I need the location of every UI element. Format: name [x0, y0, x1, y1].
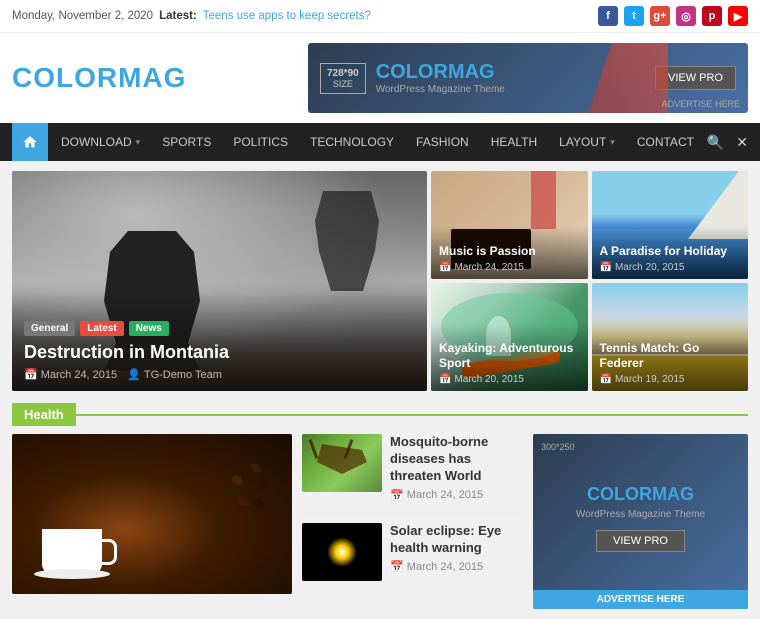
featured-overlay: General Latest News Destruction in Monta… — [12, 291, 427, 391]
article-content-mosquito: Mosquito-borne diseases has threaten Wor… — [390, 434, 523, 502]
nav-technology[interactable]: TECHNOLOGY — [299, 123, 405, 161]
grid-overlay-tennis: Tennis Match: Go Federer 📅 March 19, 201… — [592, 323, 749, 391]
grid-row-2: Kayaking: Adventurous Sport 📅 March 20, … — [431, 283, 748, 391]
date-label: Monday, November 2, 2020 — [12, 10, 153, 22]
featured-author: 👤 TG-Demo Team — [127, 368, 222, 381]
download-arrow-icon: ▾ — [136, 137, 141, 148]
article-thumb-eclipse — [302, 523, 382, 581]
grid-meta-music: 📅 March 24, 2015 — [439, 262, 580, 273]
sidebar-ad-size: 300*250 — [541, 442, 575, 452]
article-title-mosquito: Mosquito-borne diseases has threaten Wor… — [390, 434, 523, 485]
social-icons: f t g+ ◎ p ▶ — [598, 6, 748, 26]
layout-arrow-icon: ▾ — [610, 137, 615, 148]
article-content-eclipse: Solar eclipse: Eye health warning 📅 Marc… — [390, 523, 523, 581]
health-main-image — [12, 434, 292, 609]
nav-download[interactable]: DOWNLOAD ▾ — [50, 123, 151, 161]
banner-decoration — [588, 43, 668, 113]
home-icon — [22, 134, 38, 150]
eclipse-glow — [327, 537, 357, 567]
banner-size: 728*90 — [327, 68, 359, 79]
nav-contact[interactable]: CONTACT — [626, 123, 705, 161]
sidebar-ad-advertise: ADVERTISE HERE — [533, 590, 748, 609]
featured-date: 📅 March 24, 2015 — [24, 368, 117, 381]
health-content: Mosquito-borne diseases has threaten Wor… — [12, 434, 748, 609]
coffee-cup — [42, 529, 102, 574]
grid-overlay-paradise: A Paradise for Holiday 📅 March 20, 2015 — [592, 226, 749, 279]
top-bar-left: Monday, November 2, 2020 Latest: Teens u… — [12, 10, 371, 22]
mosquito-scene — [302, 434, 382, 492]
sidebar-ad: 300*250 COLORMAG WordPress Magazine Them… — [533, 434, 748, 609]
article-item-eclipse[interactable]: Solar eclipse: Eye health warning 📅 Marc… — [302, 523, 523, 591]
grid-title-paradise: A Paradise for Holiday — [600, 244, 741, 260]
tags: General Latest News — [24, 321, 415, 336]
top-bar: Monday, November 2, 2020 Latest: Teens u… — [0, 0, 760, 33]
nav-right: 🔍 ✕ — [707, 134, 748, 151]
banner-size-sub: SIZE — [333, 79, 353, 89]
main-content: General Latest News Destruction in Monta… — [0, 161, 760, 619]
latest-link[interactable]: Teens use apps to keep secrets? — [203, 10, 371, 22]
eclipse-scene — [302, 523, 382, 581]
pinterest-icon[interactable]: p — [702, 6, 722, 26]
banner-ad: 728*90 SIZE COLORMAG WordPress Magazine … — [308, 43, 748, 113]
article-date-mosquito: 📅 March 24, 2015 — [390, 489, 523, 502]
grid-meta-kayak: 📅 March 20, 2015 — [439, 374, 580, 385]
grid-item-tennis[interactable]: Tennis Match: Go Federer 📅 March 19, 201… — [592, 283, 749, 391]
coffee-scene — [12, 434, 292, 594]
sidebar-ad-view-pro-button[interactable]: VIEW PRO — [596, 530, 685, 552]
nav-layout[interactable]: LAYOUT ▾ — [548, 123, 626, 161]
article-date-eclipse: 📅 March 24, 2015 — [390, 560, 523, 573]
grid-title-tennis: Tennis Match: Go Federer — [600, 341, 741, 372]
latest-label: Latest: — [159, 10, 197, 22]
youtube-icon[interactable]: ▶ — [728, 6, 748, 26]
health-articles: Mosquito-borne diseases has threaten Wor… — [302, 434, 523, 609]
tag-general: General — [24, 321, 75, 336]
share-icon[interactable]: ✕ — [736, 134, 748, 151]
header: COLORMAG 728*90 SIZE COLORMAG WordPress … — [0, 33, 760, 123]
article-title-eclipse: Solar eclipse: Eye health warning — [390, 523, 523, 557]
tag-news: News — [129, 321, 169, 336]
coffee-saucer — [34, 569, 110, 579]
nav-health[interactable]: HEALTH — [480, 123, 548, 161]
section-line — [76, 414, 748, 416]
tag-latest: Latest — [80, 321, 123, 336]
search-icon[interactable]: 🔍 — [707, 134, 724, 151]
featured-meta: 📅 March 24, 2015 👤 TG-Demo Team — [24, 368, 415, 381]
grid-title-kayak: Kayaking: Adventurous Sport — [439, 341, 580, 372]
logo-black: COLOR — [12, 62, 118, 93]
grid-title-music: Music is Passion — [439, 244, 580, 260]
nav-items: DOWNLOAD ▾ SPORTS POLITICS TECHNOLOGY FA… — [50, 123, 707, 161]
health-label: Health — [12, 403, 76, 426]
nav-sports[interactable]: SPORTS — [151, 123, 222, 161]
instagram-icon[interactable]: ◎ — [676, 6, 696, 26]
nav-politics[interactable]: POLITICS — [222, 123, 299, 161]
home-nav-button[interactable] — [12, 123, 48, 161]
grid-meta-tennis: 📅 March 19, 2015 — [600, 374, 741, 385]
sidebar-ad-logo: COLORMAG — [587, 484, 694, 505]
coffee-image — [12, 434, 292, 594]
featured-grid: General Latest News Destruction in Monta… — [12, 171, 748, 391]
facebook-icon[interactable]: f — [598, 6, 618, 26]
featured-main-article[interactable]: General Latest News Destruction in Monta… — [12, 171, 427, 391]
featured-title: Destruction in Montania — [24, 342, 415, 363]
article-thumb-mosquito — [302, 434, 382, 492]
grid-item-music[interactable]: Music is Passion 📅 March 24, 2015 — [431, 171, 588, 279]
grid-row-1: Music is Passion 📅 March 24, 2015 A Para… — [431, 171, 748, 279]
right-grid: Music is Passion 📅 March 24, 2015 A Para… — [431, 171, 748, 391]
health-section-header: Health — [12, 403, 748, 426]
grid-overlay-music: Music is Passion 📅 March 24, 2015 — [431, 226, 588, 279]
article-item-mosquito[interactable]: Mosquito-borne diseases has threaten Wor… — [302, 434, 523, 513]
grid-overlay-kayak: Kayaking: Adventurous Sport 📅 March 20, … — [431, 323, 588, 391]
grid-item-paradise[interactable]: A Paradise for Holiday 📅 March 20, 2015 — [592, 171, 749, 279]
grid-item-kayak[interactable]: Kayaking: Adventurous Sport 📅 March 20, … — [431, 283, 588, 391]
nav-fashion[interactable]: FASHION — [405, 123, 480, 161]
logo-blue: MAG — [118, 62, 186, 93]
googleplus-icon[interactable]: g+ — [650, 6, 670, 26]
navigation: DOWNLOAD ▾ SPORTS POLITICS TECHNOLOGY FA… — [0, 123, 760, 161]
logo: COLORMAG — [12, 62, 186, 94]
banner-advertise-label: ADVERTISE HERE — [662, 99, 740, 109]
grid-meta-paradise: 📅 March 20, 2015 — [600, 262, 741, 273]
twitter-icon[interactable]: t — [624, 6, 644, 26]
